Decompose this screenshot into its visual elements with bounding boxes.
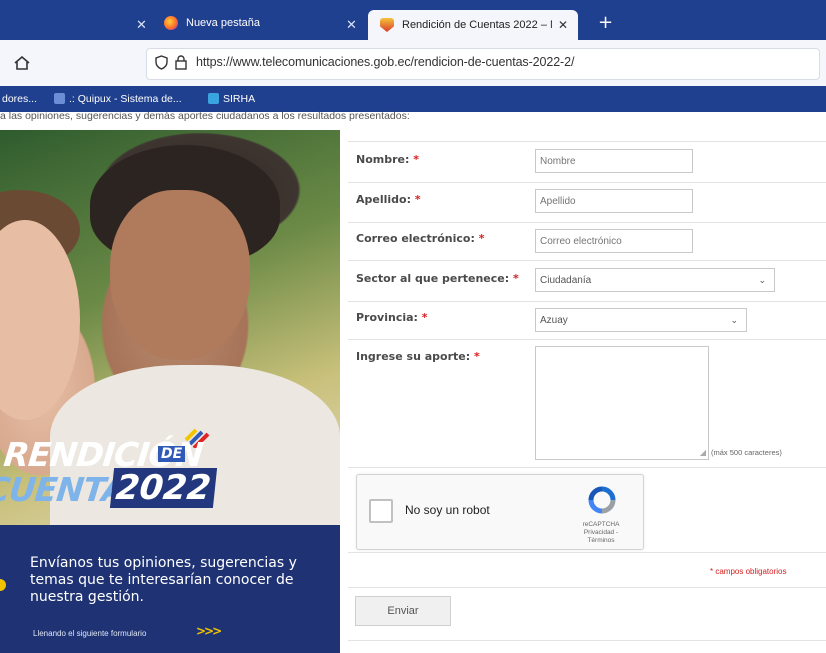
site-favicon-icon (380, 18, 394, 32)
label-nombre: Nombre: * (356, 153, 419, 166)
intro-text: a las opiniones, sugerencias y demás apo… (0, 110, 410, 122)
firefox-icon (164, 16, 178, 30)
select-value: Azuay (540, 314, 568, 326)
tab-rendicion[interactable]: Rendición de Cuentas 2022 – Mi ✕ (368, 10, 578, 40)
required-mark: * (414, 193, 421, 206)
photo-shape (110, 190, 250, 360)
bookmark-sirha[interactable]: SIRHA (208, 93, 255, 105)
recaptcha-brand: reCAPTCHA Privacidad - Términos (571, 521, 631, 545)
submit-button[interactable]: Enviar (355, 596, 451, 626)
tab-new-tab[interactable]: Nueva pestaña (152, 8, 260, 38)
promo-cta-text: Llenando el siguiente formulario (33, 629, 147, 638)
label-correo: Correo electrónico: * (356, 232, 484, 245)
bookmark-icon (54, 93, 65, 104)
recaptcha-logo-icon (588, 486, 616, 514)
max-chars-note: (máx 500 caracteres) (711, 448, 782, 457)
label-text: Apellido: (356, 193, 411, 206)
provincia-select[interactable]: Azuay ⌄ (535, 308, 747, 332)
recaptcha-checkbox[interactable] (369, 499, 393, 523)
tab-label: Nueva pestaña (186, 17, 260, 29)
chevron-down-icon: ⌄ (758, 275, 766, 285)
apellido-input[interactable] (535, 189, 693, 213)
select-value: Ciudadanía (540, 274, 592, 286)
sector-select[interactable]: Ciudadanía ⌄ (535, 268, 775, 292)
bookmark-quipux[interactable]: .: Quipux - Sistema de... (54, 93, 182, 105)
label-provincia: Provincia: * (356, 311, 428, 324)
home-icon[interactable] (14, 56, 30, 70)
bookmark-icon (208, 93, 219, 104)
email-input[interactable] (535, 229, 693, 253)
aporte-textarea[interactable]: ◢ (535, 346, 709, 460)
form-divider (348, 640, 826, 641)
required-mark: * (413, 153, 419, 166)
bookmarks-bar: dores... .: Quipux - Sistema de... SIRHA (0, 86, 826, 112)
browser-tab-bar: ✕ Nueva pestaña ✕ Rendición de Cuentas 2… (0, 0, 826, 40)
required-mark: * (512, 272, 519, 285)
promo-message: Envíanos tus opiniones, sugerencias y te… (30, 555, 297, 605)
lock-icon[interactable] (175, 55, 187, 70)
chevron-down-icon: ⌄ (730, 315, 738, 325)
label-aporte: Ingrese su aporte: * (356, 350, 480, 363)
recaptcha-widget: No soy un robot reCAPTCHA Privacidad - T… (356, 474, 644, 550)
label-apellido: Apellido: * (356, 193, 421, 206)
tab-label: Rendición de Cuentas 2022 – Mi (402, 19, 552, 31)
tracking-shield-icon[interactable] (155, 55, 168, 70)
required-mark: * (421, 311, 428, 324)
required-fields-note: * campos obligatorios (710, 567, 787, 576)
close-tab-icon[interactable]: ✕ (136, 18, 147, 33)
new-tab-plus-icon[interactable]: + (598, 12, 613, 33)
recaptcha-label: No soy un robot (405, 503, 490, 517)
resize-handle-icon[interactable]: ◢ (700, 448, 706, 457)
recaptcha-links[interactable]: Privacidad - Términos (571, 529, 631, 545)
logo-title-de: DE (158, 446, 186, 462)
close-tab-icon[interactable]: ✕ (558, 18, 568, 32)
required-mark: * (478, 232, 485, 245)
promo-arrows-icon: >>> (196, 624, 222, 638)
label-text: Correo electrónico: (356, 232, 475, 245)
recaptcha-brand-name: reCAPTCHA (582, 521, 620, 528)
label-text: Ingrese su aporte: (356, 350, 471, 363)
nombre-input[interactable] (535, 149, 693, 173)
bookmark-label: .: Quipux - Sistema de... (69, 93, 182, 105)
logo-year: 2022 (109, 468, 217, 508)
label-text: Sector al que pertenece: (356, 272, 510, 285)
label-sector: Sector al que pertenece: * (356, 272, 519, 285)
url-text[interactable]: https://www.telecomunicaciones.gob.ec/re… (196, 55, 574, 69)
bookmark-item[interactable]: dores... (2, 93, 37, 105)
label-text: Provincia: (356, 311, 418, 324)
bookmark-label: SIRHA (223, 93, 256, 105)
label-text: Nombre: (356, 153, 410, 166)
required-mark: * (473, 350, 480, 363)
close-tab-icon[interactable]: ✕ (346, 18, 357, 33)
